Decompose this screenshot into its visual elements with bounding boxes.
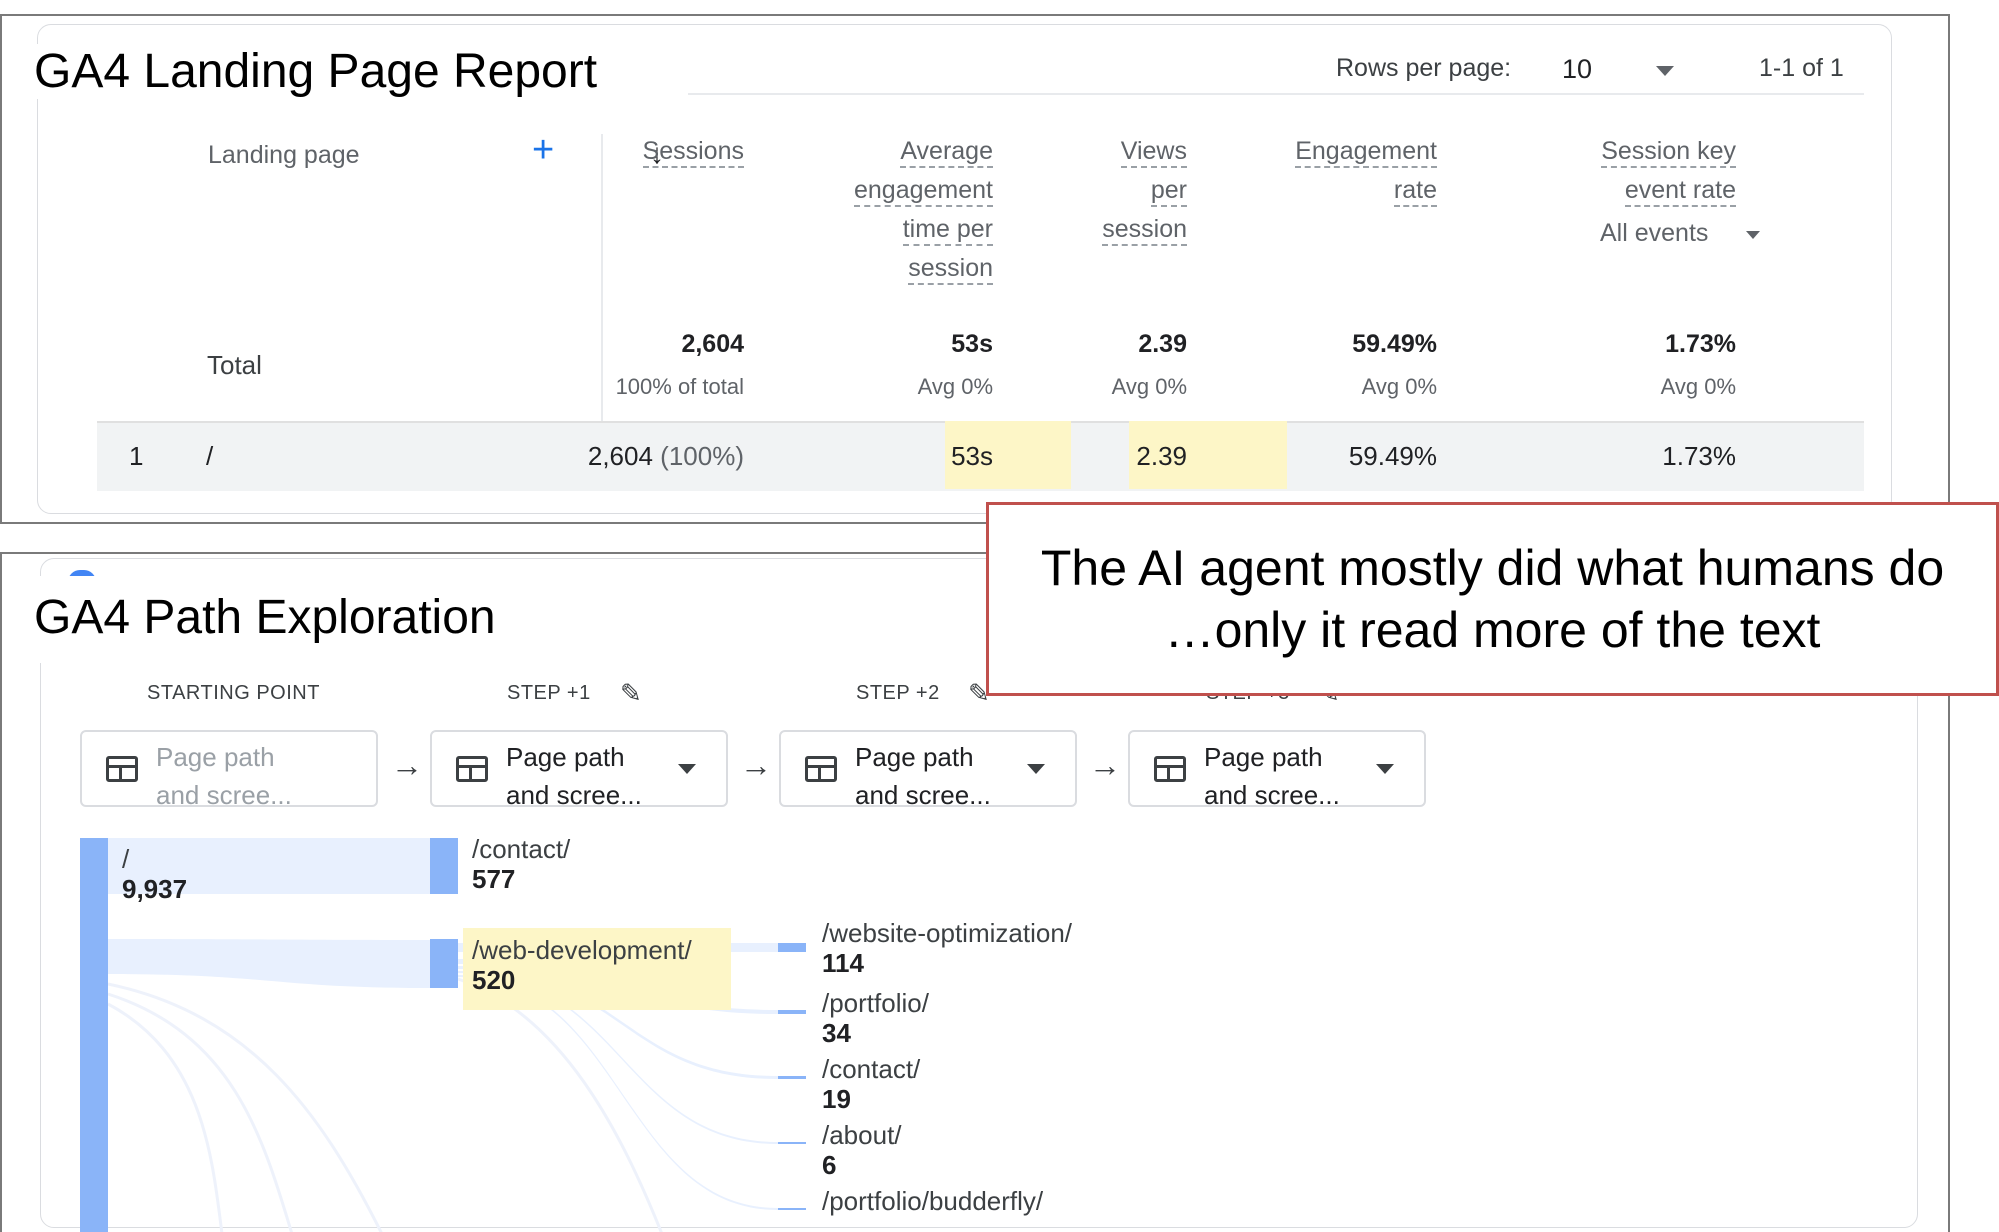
node-label-contact[interactable]: /contact/ (472, 834, 570, 864)
rows-per-page-label: Rows per page: (1336, 54, 1512, 82)
step-2-dimension-select[interactable]: Page path and scree... (779, 730, 1077, 810)
node-bar-portfolio (778, 1010, 806, 1014)
table-icon (805, 756, 837, 782)
column-header-avg-engagement-time[interactable]: Average engagement time per session (853, 132, 993, 288)
node-bar-contact (430, 838, 458, 894)
add-dimension-icon[interactable]: + (532, 130, 554, 170)
sankey-nodes (80, 838, 806, 1232)
link-root-webdev (108, 939, 430, 988)
row-sessions: 2,604 (100%) (587, 441, 744, 471)
total-avg-engagement-time: 53s (951, 330, 993, 358)
total-views-per-session-sub: Avg 0% (1111, 374, 1187, 399)
column-header-engagement-rate[interactable]: Engagement rate (1295, 132, 1437, 210)
node-bar-root (80, 838, 108, 1232)
arrow-right-icon: → (391, 747, 423, 783)
step-1-dimension-select[interactable]: Page path and scree... (430, 730, 728, 810)
starting-point-dimension-select[interactable]: Page path and scree... (80, 730, 378, 810)
total-engagement-rate-sub: Avg 0% (1361, 374, 1437, 399)
total-avg-engagement-time-sub: Avg 0% (917, 374, 993, 399)
node-value-portfolio: 34 (822, 1018, 851, 1048)
total-views-per-session: 2.39 (1138, 330, 1187, 358)
pagination-info: 1-1 of 1 (1759, 54, 1844, 82)
chevron-down-icon (1376, 764, 1394, 774)
row-index: 1 (129, 441, 144, 471)
total-sessions-sub: 100% of total (615, 374, 744, 399)
chevron-down-icon (678, 764, 696, 774)
edit-pencil-icon[interactable]: ✎ (620, 680, 642, 706)
node-bar-contact-2 (778, 1076, 806, 1079)
faint-link (107, 1002, 224, 1232)
chevron-down-icon[interactable] (1746, 231, 1760, 239)
node-label-about[interactable]: /about/ (822, 1120, 902, 1150)
node-value-root: 9,937 (122, 874, 188, 904)
row-landing-page[interactable]: / (206, 441, 213, 472)
node-value-contact-2: 19 (822, 1084, 851, 1114)
node-bar-web-development (430, 939, 458, 988)
column-header-sessions[interactable]: Sessions (642, 132, 744, 171)
node-value-about: 6 (822, 1150, 837, 1180)
total-session-key-event-rate: 1.73% (1665, 330, 1736, 358)
node-bar-about (778, 1142, 806, 1144)
step-label-starting-point: STARTING POINT (147, 682, 320, 704)
step-3-dimension-select[interactable]: Page path and scree... (1128, 730, 1426, 810)
node-label-website-optimization[interactable]: /website-optimization/ (822, 918, 1072, 948)
table-icon (106, 756, 138, 782)
callout-line-1: The AI agent mostly did what humans do (1040, 540, 1945, 596)
node-label-root[interactable]: / (122, 844, 129, 874)
annotation-callout: The AI agent mostly did what humans do …… (986, 502, 1999, 696)
chevron-down-icon[interactable] (1656, 66, 1674, 76)
callout-line-2: …only it read more of the text (1164, 602, 1821, 658)
step-label-step-1: STEP +1 (507, 682, 591, 704)
row-engagement-rate: 59.49% (1348, 441, 1437, 471)
step-label-step-2: STEP +2 (856, 682, 940, 704)
exploration-title: GA4 Path Exploration (16, 576, 514, 663)
node-value-website-optimization: 114 (822, 948, 864, 978)
chevron-down-icon (1027, 764, 1045, 774)
node-label-web-development[interactable]: /web-development/ (472, 935, 692, 965)
column-header-views-per-session[interactable]: Views per session (1102, 132, 1187, 249)
landing-page-report-panel: GA4 Landing Page Report Rows per page: 1… (0, 14, 1950, 524)
node-bar-budderfly (778, 1208, 806, 1210)
table-icon (456, 756, 488, 782)
node-value-contact: 577 (472, 864, 516, 894)
node-label-contact-2[interactable]: /contact/ (822, 1054, 920, 1084)
event-filter-select[interactable]: All events (1600, 219, 1708, 248)
total-engagement-rate: 59.49% (1352, 330, 1437, 358)
node-label-budderfly[interactable]: /portfolio/budderfly/ (822, 1186, 1043, 1216)
total-session-key-event-rate-sub: Avg 0% (1660, 374, 1736, 399)
column-header-landing-page[interactable]: Landing page (208, 136, 360, 175)
total-label: Total (207, 350, 262, 380)
row-session-key-event-rate: 1.73% (1662, 441, 1736, 471)
arrow-right-icon: → (1089, 747, 1121, 783)
rows-per-page-select[interactable]: 10 (1562, 54, 1592, 85)
header-divider (688, 93, 1864, 95)
report-title: GA4 Landing Page Report (16, 44, 616, 99)
arrow-right-icon: → (740, 747, 772, 783)
table-icon (1154, 756, 1186, 782)
row-views-per-session: 2.39 (1136, 441, 1187, 471)
node-value-web-development: 520 (472, 965, 516, 995)
node-bar-website-optimization (778, 943, 806, 952)
total-sessions: 2,604 (681, 330, 744, 358)
node-label-portfolio[interactable]: /portfolio/ (822, 988, 929, 1018)
faint-link (107, 992, 293, 1232)
row-avg-engagement-time: 53s (951, 441, 993, 471)
column-header-session-key-event-rate[interactable]: Session key event rate (1601, 132, 1736, 210)
